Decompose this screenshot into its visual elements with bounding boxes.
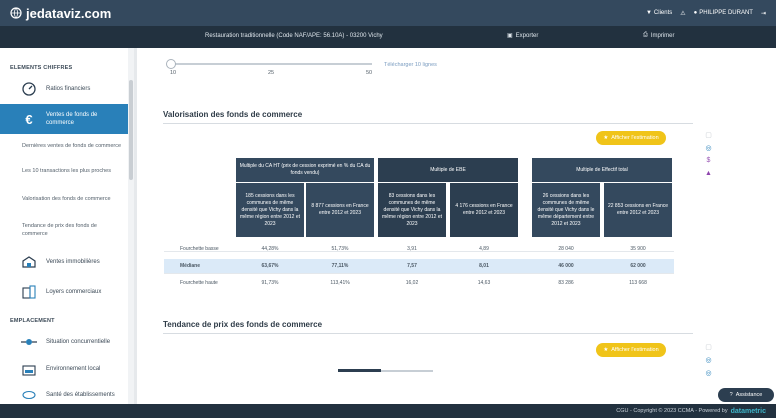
subheader-effectif-dept: 26 cessions dans les communes de même de… <box>532 183 600 237</box>
user-menu[interactable]: ● PHILIPPE DURANT <box>694 10 753 16</box>
sidebar-subitem-valorisation[interactable]: Valorisation des fonds de commerce <box>22 195 122 203</box>
row-label-low: Fourchette basse <box>180 246 219 252</box>
context-bar: Restauration traditionnelle (Code NAF/AP… <box>0 26 776 48</box>
logo-text: jedataviz.com <box>26 5 112 21</box>
row-label-high: Fourchette haute <box>180 280 218 286</box>
table-cell: 63,67% <box>261 263 279 269</box>
activity-title: Restauration traditionnelle (Code NAF/AP… <box>205 33 383 39</box>
warning-icon[interactable]: ▲ <box>704 169 713 178</box>
box-icon <box>18 358 40 380</box>
subheader-ebe-france: 4 176 cessions en France entre 2012 et 2… <box>450 183 518 237</box>
show-estimate-button[interactable]: ★ Afficher l'estimation <box>596 131 666 145</box>
sidebar-subitem-tendance[interactable]: Tendance de prix des fonds de commerce <box>22 222 122 238</box>
table-cell: 8,01 <box>479 263 489 269</box>
table-cell: 77,11% <box>331 263 349 269</box>
rows-slider-handle[interactable] <box>166 59 176 69</box>
star-icon: ★ <box>603 347 609 353</box>
sidebar-item-concurrence[interactable]: Situation concurrentielle <box>0 331 128 353</box>
info-icon[interactable]: ◎ <box>704 143 713 152</box>
save-icon: ▣ <box>507 33 513 39</box>
sidebar-item-loyers[interactable]: Loyers commerciaux <box>0 281 128 303</box>
logo[interactable]: jedataviz.com <box>0 6 111 21</box>
sidebar-item-environnement[interactable]: Environnement local <box>0 358 128 380</box>
table-cell: 51,73% <box>331 246 349 252</box>
table-cell: 16,02 <box>405 280 419 286</box>
print-icon: ⎙ <box>643 32 648 38</box>
export-button[interactable]: ▣ Exporter <box>507 32 538 40</box>
footer: CGU - Copyright © 2023 CCMA - Powered by… <box>0 404 776 418</box>
section-elements-chiffres: ELEMENTS CHIFFRES <box>10 65 73 71</box>
assistance-button[interactable]: ? Assistance <box>718 388 774 402</box>
slider-tick-50: 50 <box>366 70 373 76</box>
print-button[interactable]: ⎙ Imprimer <box>643 32 674 39</box>
download-link[interactable]: Télécharger 10 lignes <box>384 62 437 68</box>
table-cell: 113 668 <box>629 280 647 286</box>
rows-slider-track[interactable] <box>172 63 372 65</box>
info-icon[interactable]: ◎ <box>704 355 713 364</box>
row-label-median: Médiane <box>180 263 201 269</box>
sidebar-item-ratios[interactable]: Ratios financiers <box>0 78 128 100</box>
sidebar-subitem-transactions-proches[interactable]: Les 10 transactions les plus proches <box>22 167 122 175</box>
divider <box>163 333 693 334</box>
euro-icon: € <box>25 111 33 127</box>
filter-icon: ▼ <box>645 10 652 16</box>
sidebar-subitem-dernieres-ventes[interactable]: Dernières ventes de fonds de commerce <box>22 142 122 150</box>
header-group-ca: Multiple du CA HT (prix de cession expri… <box>236 158 374 182</box>
table-cell: 44,28% <box>261 246 279 252</box>
valorisation-title: Valorisation des fonds de commerce <box>163 110 303 119</box>
chart-tools: ▢ ◎ ◎ <box>704 342 713 377</box>
table-cell: 113,41% <box>330 280 350 286</box>
table-cell: 35 900 <box>630 246 646 252</box>
subheader-ca-region: 185 cessions dans les communes de même d… <box>236 183 304 237</box>
tendance-title: Tendance de prix des fonds de commerce <box>163 320 323 329</box>
subheader-ebe-region: 83 cessions dans les communes de même de… <box>378 183 446 237</box>
table-cell: 7,57 <box>407 263 417 269</box>
sidebar-item-ventes-fonds[interactable]: € Ventes de fonds de commerce <box>0 104 128 134</box>
info-icon[interactable]: ◎ <box>704 368 713 377</box>
section-emplacement: EMPLACEMENT <box>10 318 55 324</box>
table-cell: 46 000 <box>558 263 574 269</box>
table-tools: ▢ ◎ $ ▲ <box>704 130 713 178</box>
table-cell: 28 040 <box>558 246 574 252</box>
network-icon <box>18 331 40 353</box>
globe-icon <box>10 7 22 19</box>
slider-tick-10: 10 <box>170 70 177 76</box>
sidebar-item-ventes-immo[interactable]: Ventes immobilières <box>0 251 128 273</box>
alert-icon[interactable]: ⚠ <box>680 10 685 17</box>
table-cell: 83 286 <box>558 280 574 286</box>
show-estimate-button-tendance[interactable]: ★ Afficher l'estimation <box>596 343 666 357</box>
sidebar-scroll-thumb[interactable] <box>129 80 133 180</box>
footer-brand[interactable]: datametric <box>731 408 766 415</box>
clients-link[interactable]: ▼ Clients <box>646 10 672 16</box>
table-cell: 91,73% <box>261 280 279 286</box>
question-icon: ? <box>729 392 733 398</box>
gauge-icon <box>18 78 40 100</box>
footer-text: CGU - Copyright © 2023 CCMA - Powered by <box>616 408 728 414</box>
subheader-effectif-france: 22 853 cessions en France entre 2012 et … <box>604 183 672 237</box>
house-icon <box>18 251 40 273</box>
user-icon: ● <box>693 10 698 16</box>
table-cell: 3,91 <box>407 246 417 252</box>
table-cell: 62 000 <box>630 263 646 269</box>
sidebar-item-sante[interactable]: Santé des établissements <box>0 386 128 404</box>
top-bar: jedataviz.com ▼ Clients ⚠ ● PHILIPPE DURAN… <box>0 0 776 26</box>
subheader-ca-france: 8 877 cessions en France entre 2012 et 2… <box>306 183 374 237</box>
table-cell: 4,89 <box>479 246 489 252</box>
star-icon: ★ <box>603 135 609 141</box>
loading-progress-fill <box>338 369 381 372</box>
pulse-icon <box>18 386 40 404</box>
square-icon[interactable]: ▢ <box>704 130 713 139</box>
building-icon <box>18 281 40 303</box>
logout-icon[interactable]: ⇥ <box>761 10 766 17</box>
square-icon[interactable]: ▢ <box>704 342 713 351</box>
table-cell: 14,63 <box>477 280 491 286</box>
dollar-icon[interactable]: $ <box>704 156 713 165</box>
header-group-ebe: Multiple de EBE <box>378 158 518 182</box>
row-separator <box>164 273 674 274</box>
slider-tick-25: 25 <box>268 70 275 76</box>
header-group-effectif: Multiple de Effectif total <box>532 158 672 182</box>
divider <box>163 123 693 124</box>
